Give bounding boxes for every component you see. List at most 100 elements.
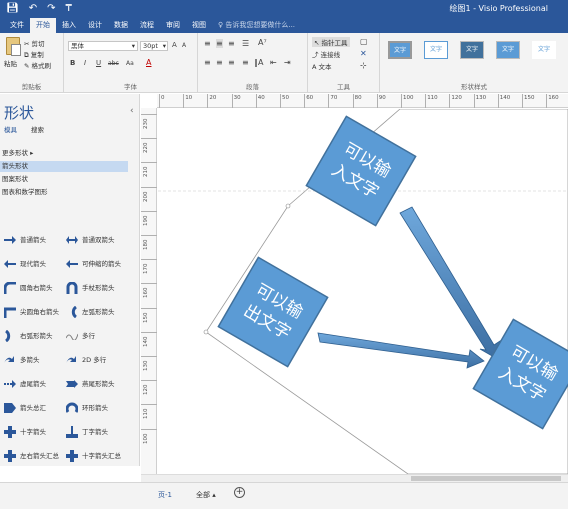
shape-item[interactable]: 箭头总汇 [4, 398, 66, 418]
shape-item[interactable]: 十字箭头 [4, 422, 66, 442]
shrink-font-button[interactable]: A [182, 42, 186, 49]
shape-item[interactable]: 虚尾箭头 [4, 374, 66, 394]
arrow-top-to-right[interactable] [399, 206, 501, 358]
diagram-svg[interactable]: 可以输 入文字 可以输 出文字 可以输 入文字 [158, 109, 568, 474]
shape-item[interactable]: 燕尾形箭头 [66, 374, 128, 394]
selection-handle[interactable] [203, 329, 209, 335]
align-center-icon[interactable]: ≡ [216, 58, 223, 67]
shape-style-4[interactable]: 文字 [496, 41, 520, 59]
strikethrough-button[interactable]: abc [108, 60, 119, 67]
tab-insert[interactable]: 插入 [56, 18, 82, 33]
italic-button[interactable]: I [84, 59, 86, 67]
format-painter-button[interactable]: ✎ 格式刷 [24, 60, 51, 70]
shape-label: 箭头总汇 [20, 404, 46, 412]
stencil-arrow-shapes[interactable]: 箭头形状 [0, 161, 128, 172]
redo-icon[interactable]: ↷ [47, 2, 55, 16]
shape-label: 虚尾箭头 [20, 380, 46, 388]
shape-item[interactable]: 普通双箭头 [66, 230, 128, 250]
text-direction-icon[interactable]: A⁷ [258, 38, 267, 47]
connection-point-icon[interactable]: ⊹ [360, 61, 367, 70]
shape-style-5[interactable]: 文字 [532, 41, 556, 59]
shape-item[interactable]: 左弧形箭头 [66, 302, 128, 322]
rectangle-icon[interactable]: ▢ [360, 37, 368, 46]
cut-label: 剪切 [31, 40, 45, 48]
vertical-ruler[interactable]: 230 220 210 200 190 180 170 160 150 140 130 120 110 1… [141, 108, 157, 474]
tab-data[interactable]: 数据 [108, 18, 134, 33]
diagram-box-left[interactable]: 可以输 出文字 [217, 256, 329, 368]
tab-stencils[interactable]: 模具 [4, 124, 17, 134]
connector-button[interactable]: ⤴ 连接线 [312, 49, 340, 59]
tab-design[interactable]: 设计 [82, 18, 108, 33]
tab-process[interactable]: 流程 [134, 18, 160, 33]
tab-search[interactable]: 搜索 [31, 124, 44, 134]
stencil-pattern-shapes[interactable]: 图案形状 [0, 174, 128, 185]
underline-button[interactable]: U [96, 59, 101, 67]
font-size-select[interactable]: 30pt ▾ [140, 41, 168, 51]
grow-font-button[interactable]: A [172, 41, 177, 49]
tab-home[interactable]: 开始 [30, 18, 56, 33]
shape-item[interactable]: 现代箭头 [4, 254, 66, 274]
font-color-button[interactable]: A [146, 58, 151, 67]
bullets-icon[interactable]: ☰ [242, 39, 249, 48]
shape-item[interactable]: 普通箭头 [4, 230, 66, 250]
paste-button[interactable]: 粘贴 [4, 58, 17, 68]
shape-item[interactable]: 右弧形箭头 [4, 326, 66, 346]
copy-button[interactable]: ⧉ 复制 [24, 49, 44, 60]
shape-item[interactable]: 尖圆角右箭头 [4, 302, 66, 322]
shape-style-1[interactable]: 文字 [388, 41, 412, 59]
shape-item[interactable]: 2D 多行 [66, 350, 128, 370]
diagram-box-top[interactable]: 可以输 入文字 [305, 115, 417, 227]
undo-icon[interactable]: ↶ [29, 2, 37, 16]
shape-item[interactable]: 多箭头 [4, 350, 66, 370]
chevron-left-icon[interactable]: ‹ [130, 106, 134, 116]
cut-button[interactable]: ✂ 剪切 [24, 38, 45, 48]
close-icon[interactable]: ✕ [360, 49, 367, 58]
all-pages-button[interactable]: 全部 ▴ [196, 490, 216, 500]
shape-item[interactable]: 圆角右箭头 [4, 278, 66, 298]
stencil-more-shapes[interactable]: 更多形状 ▸ [0, 148, 128, 159]
shape-item[interactable]: 十字箭头汇总 [66, 446, 128, 466]
shape-item[interactable]: 环形箭头 [66, 398, 128, 418]
customize-icon[interactable]: ₸ [65, 2, 71, 16]
horizontal-scrollbar[interactable] [141, 474, 568, 482]
align-left-icon[interactable]: ≡ [204, 58, 211, 67]
decrease-indent-icon[interactable]: ⇤ [270, 58, 277, 67]
ruler-tick-label: 30 [231, 94, 241, 108]
tab-file[interactable]: 文件 [4, 18, 30, 33]
stencil-charts-math[interactable]: 图表和数学图形 [0, 187, 128, 198]
justify-icon[interactable]: ≡ [242, 58, 249, 67]
line-spacing-icon[interactable]: ‖A [254, 58, 263, 67]
tab-view[interactable]: 视图 [186, 18, 212, 33]
increase-indent-icon[interactable]: ⇥ [284, 58, 291, 67]
change-case-button[interactable]: Aa [126, 60, 134, 67]
shape-style-2[interactable]: 文字 [424, 41, 448, 59]
tab-review[interactable]: 审阅 [160, 18, 186, 33]
align-right-icon[interactable]: ≡ [228, 58, 235, 67]
pointer-tool-button[interactable]: ↖ 指针工具 [312, 37, 350, 47]
pointer-tool-label: 指针工具 [321, 39, 348, 47]
ruler-tick-label: 100 [141, 428, 157, 453]
drawing-page[interactable]: 可以输 入文字 可以输 出文字 可以输 入文字 [158, 109, 568, 474]
shape-item[interactable]: 手杖形箭头 [66, 278, 128, 298]
arrow-left-to-right[interactable] [317, 332, 485, 369]
text-tool-button[interactable]: A 文本 [312, 61, 332, 71]
shape-style-3[interactable]: 文字 [460, 41, 484, 59]
tell-me-search[interactable]: ♀ 告诉我您想要做什么... [212, 18, 301, 33]
paste-icon[interactable] [6, 37, 21, 56]
add-page-icon[interactable]: + [234, 487, 245, 498]
bold-button[interactable]: B [70, 59, 75, 67]
brush-icon: ✎ [24, 62, 32, 70]
save-icon[interactable]: 💾︎ [6, 2, 19, 16]
align-bottom-icon[interactable]: ≡ [228, 39, 235, 48]
scrollbar-thumb[interactable] [411, 476, 561, 481]
shape-item[interactable]: 多行 [66, 326, 128, 346]
shape-item[interactable]: 丁字箭头 [66, 422, 128, 442]
align-top-icon[interactable]: ≡ [204, 39, 211, 48]
selection-handle[interactable] [285, 203, 291, 209]
shape-item[interactable]: 可伸缩的箭头 [66, 254, 128, 274]
shape-item[interactable]: 左右箭头汇总 [4, 446, 66, 466]
horizontal-ruler[interactable]: 0 10 20 30 40 50 60 70 80 90 100 110 120 130 140 150 160 [157, 94, 568, 108]
align-middle-icon[interactable]: ≡ [216, 39, 223, 48]
page-tab-1[interactable]: 页-1 [158, 490, 172, 500]
font-name-select[interactable]: 黑体 ▾ [68, 41, 138, 51]
